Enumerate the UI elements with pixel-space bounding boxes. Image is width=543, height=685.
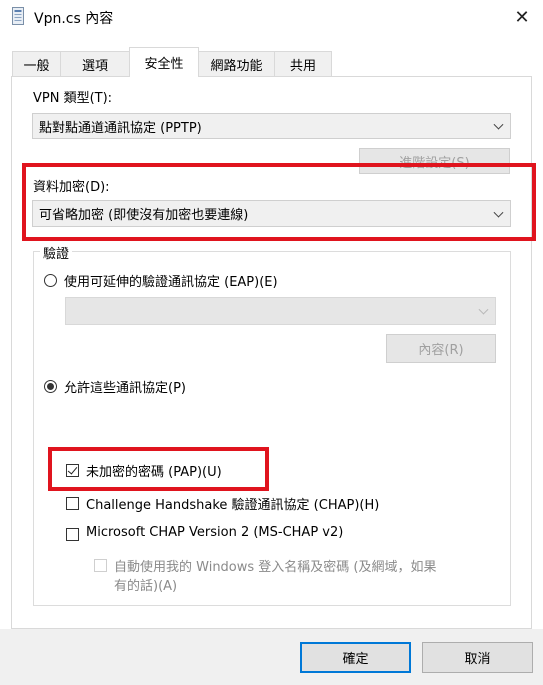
allow-protocols-label: 允許這些通訊協定(P) [64,381,186,396]
chap-label: Challenge Handshake 驗證通訊協定 (CHAP)(H) [86,498,380,513]
vpn-type-dropdown[interactable]: 點對點通道通訊協定 (PPTP) [32,113,511,139]
tab-label: 安全性 [144,57,184,72]
mschap-checkbox[interactable] [66,528,79,541]
ok-button[interactable]: 確定 [300,642,411,673]
auto-logon-label-line1: 自動使用我的 Windows 登入名稱及密碼 (及網域，如果 [114,560,437,575]
eap-radio-label: 使用可延伸的驗證通訊協定 (EAP)(E) [64,275,278,290]
tab-label: 共用 [289,58,316,74]
properties-button-label: 內容(R) [418,343,464,358]
tab-options[interactable]: 選項 [60,51,130,76]
tab-label: 一般 [23,58,50,74]
eap-radio[interactable] [44,274,57,287]
ok-button-label: 確定 [342,652,369,667]
cancel-button[interactable]: 取消 [422,642,533,673]
vpn-type-value: 點對點通道通訊協定 (PPTP) [39,120,202,136]
window-title: Vpn.cs 內容 [34,11,114,27]
cancel-button-label: 取消 [464,652,491,667]
chap-checkbox[interactable] [66,497,79,510]
tab-networking[interactable]: 網路功能 [198,51,275,76]
radio-selected-dot [47,383,54,390]
chevron-down-icon [493,119,504,130]
properties-button[interactable]: 內容(R) [386,334,496,363]
tab-label: 網路功能 [210,58,263,74]
tab-sharing[interactable]: 共用 [274,51,332,76]
authentication-group-label: 驗證 [40,243,73,262]
chevron-down-icon [478,304,489,315]
pap-highlight-box [48,447,269,491]
eap-dropdown[interactable] [65,297,496,325]
document-icon [12,7,24,25]
title-bar: Vpn.cs 內容 ✕ [0,0,543,34]
allow-protocols-radio[interactable] [44,380,57,393]
close-icon: ✕ [514,6,530,28]
tab-label: 選項 [81,58,108,74]
auto-logon-checkbox[interactable] [94,559,107,572]
mschap-label: Microsoft CHAP Version 2 (MS-CHAP v2) [86,525,344,540]
auto-logon-label-line2: 有的話)(A) [114,579,178,594]
tab-general[interactable]: 一般 [12,51,61,76]
vpn-type-label: VPN 類型(T): [33,91,113,106]
close-button[interactable]: ✕ [505,2,539,32]
encryption-highlight-box [22,163,536,241]
tab-security[interactable]: 安全性 [129,47,199,77]
